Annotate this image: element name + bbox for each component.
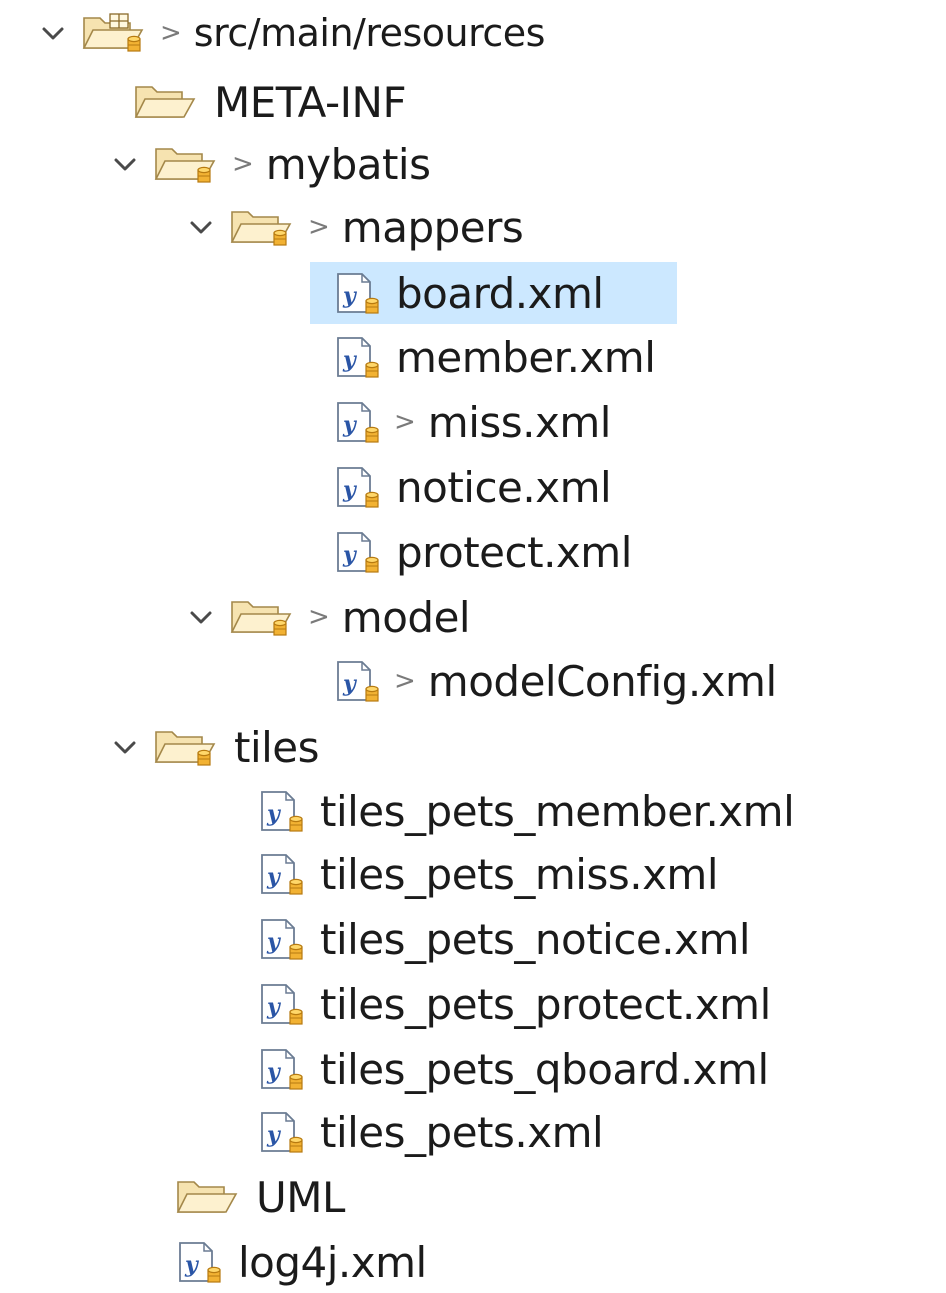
svg-text:y: y (342, 283, 358, 309)
dirty-marker: > (160, 18, 182, 48)
tree-item-log4j-xml[interactable]: y log4j.xml (174, 1231, 427, 1293)
tree-item-label: tiles_pets_member.xml (320, 786, 795, 836)
tree-item-modelconfig-xml[interactable]: y > modelConfig.xml (332, 650, 777, 712)
package-folder-icon (152, 724, 222, 770)
tree-item-label: UML (256, 1172, 345, 1222)
dirty-marker: > (232, 149, 254, 179)
tree-item-tiles-pets-member-xml[interactable]: y tiles_pets_member.xml (256, 780, 795, 842)
tree-item-label: mybatis (265, 139, 431, 189)
tree-item-label: notice.xml (396, 462, 612, 512)
svg-text:y: y (266, 1059, 282, 1085)
dirty-marker: > (394, 407, 416, 437)
xml-file-icon: y (256, 788, 308, 834)
tree-item-label: tiles_pets_protect.xml (320, 979, 771, 1029)
xml-file-icon: y (256, 916, 308, 962)
chevron-down-icon[interactable] (38, 18, 68, 48)
xml-file-icon: y (332, 270, 384, 316)
project-explorer-tree: > src/main/resources META-INF > mybatis > mapp… (0, 0, 946, 1288)
tree-item-tiles-pets-miss-xml[interactable]: y tiles_pets_miss.xml (256, 843, 719, 905)
dirty-marker: > (394, 666, 416, 696)
xml-file-icon: y (174, 1239, 226, 1285)
xml-file-icon: y (256, 1109, 308, 1155)
svg-text:y: y (342, 412, 358, 438)
svg-text:y: y (266, 801, 282, 827)
xml-file-icon: y (332, 399, 384, 445)
package-folder-icon (228, 594, 298, 640)
tree-item-miss-xml[interactable]: y > miss.xml (332, 391, 611, 453)
tree-item-uml[interactable]: UML (174, 1166, 345, 1228)
tree-item-label: tiles_pets_qboard.xml (320, 1044, 769, 1094)
tree-item-label: tiles (234, 722, 320, 772)
folder-icon (174, 1174, 244, 1220)
xml-file-icon: y (332, 334, 384, 380)
dirty-marker: > (308, 212, 330, 242)
svg-text:y: y (184, 1252, 200, 1278)
tree-item-label: tiles_pets_notice.xml (320, 914, 751, 964)
chevron-down-icon[interactable] (110, 149, 140, 179)
svg-text:y: y (342, 542, 358, 568)
tree-item-label: META-INF (214, 77, 407, 127)
tree-item-label: tiles_pets.xml (320, 1107, 604, 1157)
xml-file-icon: y (332, 529, 384, 575)
chevron-down-icon[interactable] (186, 212, 216, 242)
dirty-marker: > (308, 602, 330, 632)
svg-text:y: y (266, 994, 282, 1020)
tree-item-label: member.xml (396, 332, 656, 382)
tree-item-board-xml[interactable]: y board.xml (310, 262, 677, 324)
tree-item-label: board.xml (396, 268, 604, 318)
tree-item-tiles[interactable]: tiles (110, 716, 320, 778)
svg-text:y: y (266, 864, 282, 890)
tree-item-member-xml[interactable]: y member.xml (332, 326, 656, 388)
tree-item-label: mappers (341, 202, 524, 252)
svg-text:y: y (342, 671, 358, 697)
xml-file-icon: y (256, 981, 308, 1027)
tree-item-notice-xml[interactable]: y notice.xml (332, 456, 612, 518)
tree-item-tiles-pets-qboard-xml[interactable]: y tiles_pets_qboard.xml (256, 1038, 769, 1100)
tree-item-src-main-resources[interactable]: > src/main/resources (38, 2, 545, 64)
tree-item-label: model (341, 592, 471, 642)
xml-file-icon: y (256, 1046, 308, 1092)
tree-item-protect-xml[interactable]: y protect.xml (332, 521, 632, 583)
svg-text:y: y (266, 929, 282, 955)
svg-text:y: y (266, 1122, 282, 1148)
tree-item-label: protect.xml (396, 527, 632, 577)
chevron-down-icon[interactable] (110, 732, 140, 762)
folder-icon (132, 79, 202, 125)
tree-item-label: tiles_pets_miss.xml (320, 849, 719, 899)
xml-file-icon: y (332, 464, 384, 510)
tree-item-label: src/main/resources (193, 11, 546, 55)
source-folder-icon (80, 10, 150, 56)
package-folder-icon (228, 204, 298, 250)
tree-item-mybatis[interactable]: > mybatis (110, 133, 431, 195)
tree-item-model[interactable]: > model (186, 586, 471, 648)
xml-file-icon: y (256, 851, 308, 897)
tree-item-tiles-pets-xml[interactable]: y tiles_pets.xml (256, 1101, 604, 1163)
tree-item-label: modelConfig.xml (427, 656, 777, 706)
tree-item-tiles-pets-notice-xml[interactable]: y tiles_pets_notice.xml (256, 908, 751, 970)
tree-item-meta-inf[interactable]: META-INF (132, 71, 407, 133)
svg-text:y: y (342, 477, 358, 503)
chevron-down-icon[interactable] (186, 602, 216, 632)
tree-item-tiles-pets-protect-xml[interactable]: y tiles_pets_protect.xml (256, 973, 771, 1035)
xml-file-icon: y (332, 658, 384, 704)
tree-item-label: miss.xml (427, 397, 612, 447)
svg-text:y: y (342, 347, 358, 373)
package-folder-icon (152, 141, 222, 187)
tree-item-label: log4j.xml (238, 1237, 427, 1287)
tree-item-mappers[interactable]: > mappers (186, 196, 524, 258)
